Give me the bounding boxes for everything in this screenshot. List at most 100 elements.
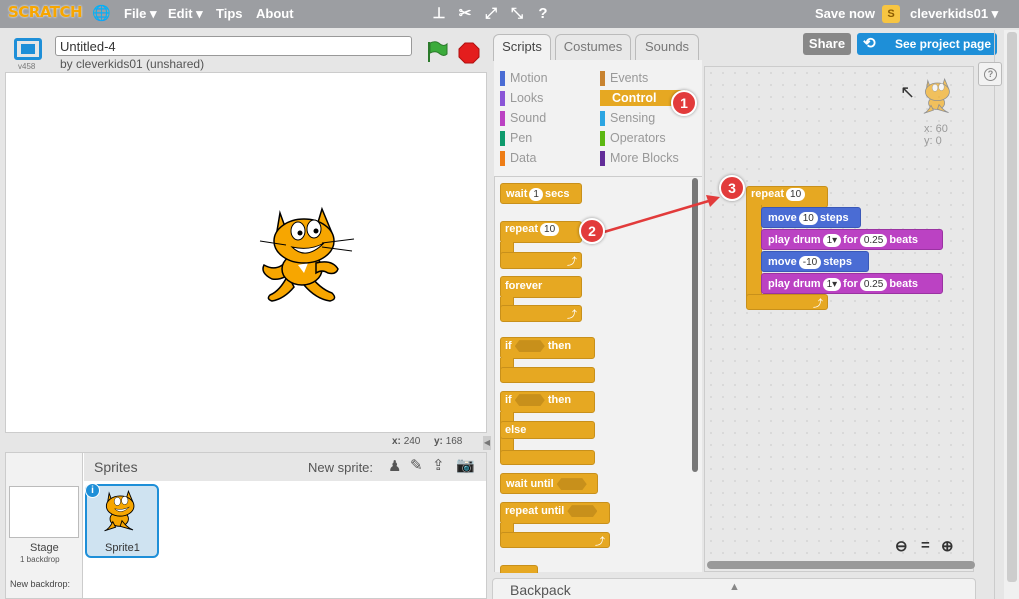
username-menu[interactable]: cleverkids01 ▾ — [910, 6, 998, 22]
category-data[interactable]: Data — [500, 150, 536, 166]
upload-sprite-icon[interactable]: ⇪ — [432, 456, 445, 474]
help-panel-button[interactable]: ? — [978, 62, 1002, 86]
tab-costumes[interactable]: Costumes — [555, 34, 631, 60]
sprite-x-position: x: 60 — [924, 123, 948, 135]
palette-forever-label: forever — [505, 280, 543, 292]
help-icon[interactable]: ? — [534, 5, 552, 23]
green-flag-icon[interactable] — [426, 40, 448, 64]
palette-if-else-foot — [500, 450, 595, 465]
palette-divider — [494, 176, 702, 177]
edit-menu[interactable]: Edit ▾ — [168, 6, 203, 22]
scripts-area[interactable]: x: 60 y: 0 ⊖ = ⊕ — [704, 66, 975, 572]
tab-sounds[interactable]: Sounds — [635, 34, 699, 60]
category-operators[interactable]: Operators — [600, 130, 666, 146]
share-button[interactable]: Share — [803, 33, 851, 55]
palette-next-block[interactable] — [500, 565, 538, 573]
stage-x-coord: x: 240 — [392, 436, 421, 447]
new-backdrop-label: New backdrop: — [10, 579, 71, 589]
zoom-controls: ⊖ = ⊕ — [895, 537, 965, 557]
script-move-block-2[interactable]: move -10 steps — [761, 251, 869, 272]
sprite-info-icon[interactable]: i — [85, 483, 100, 498]
sprites-header — [84, 453, 486, 481]
scratch-logo[interactable]: SCRATCH — [8, 3, 83, 21]
sprite1-label: Sprite1 — [105, 542, 140, 554]
annotation-arrow — [603, 195, 720, 234]
see-project-page-button[interactable]: ⟲ See project page — [857, 33, 997, 55]
duplicate-stamp-icon[interactable]: ⊥ — [430, 5, 448, 23]
category-selector: Motion Looks Sound Pen Data Events Contr… — [494, 60, 702, 176]
script-repeat-label: repeat 10 — [751, 188, 807, 201]
camera-icon[interactable]: 📷 — [456, 456, 475, 474]
stage-thumbnail[interactable] — [9, 486, 79, 538]
stage-canvas[interactable] — [5, 72, 487, 433]
collapse-stage-handle[interactable]: ◀ — [483, 436, 491, 450]
version-label: v458 — [18, 62, 36, 71]
refresh-arrows-icon: ⟲ — [863, 35, 876, 52]
help-circle-icon: ? — [984, 68, 997, 81]
backpack-bar[interactable]: Backpack ▲ — [492, 578, 976, 599]
palette-if-foot — [500, 367, 595, 383]
palette-repeat-until-foot: ⤴ — [500, 532, 610, 548]
zoom-reset-icon[interactable]: = — [921, 537, 930, 554]
stage-label: Stage — [30, 542, 59, 554]
save-now-button[interactable]: Save now — [815, 6, 875, 21]
script-move-block-1[interactable]: move 10 steps — [761, 207, 861, 228]
category-sensing[interactable]: Sensing — [600, 110, 655, 126]
category-pen[interactable]: Pen — [500, 130, 532, 146]
zoom-out-icon[interactable]: ⊖ — [895, 537, 908, 555]
stage-y-coord: y: 168 — [434, 436, 463, 447]
right-divider — [994, 30, 995, 599]
see-project-page-label: See project page — [895, 37, 992, 51]
globe-icon[interactable]: 🌐 — [92, 5, 111, 23]
step-badge-3: 3 — [719, 175, 745, 201]
category-looks[interactable]: Looks — [500, 90, 543, 106]
sprite-preview-icon — [923, 77, 950, 114]
palette-else-label: else — [505, 424, 527, 436]
menu-bar: SCRATCH 🌐 File ▾ Edit ▾ Tips About ⊥ ✂ ⤢… — [0, 0, 1019, 28]
user-avatar-icon: S — [882, 5, 900, 23]
category-events[interactable]: Events — [600, 70, 648, 86]
palette-if-else-label: if then — [505, 394, 572, 407]
project-title-input[interactable] — [55, 36, 412, 56]
palette-repeat-foot: ⤴ — [500, 252, 582, 269]
palette-repeat-label: repeat 10 — [505, 223, 561, 236]
palette-wait-block[interactable]: wait 1 secs — [500, 183, 582, 204]
paint-brush-icon[interactable]: ✎ — [410, 456, 423, 474]
category-sound[interactable]: Sound — [500, 110, 546, 126]
script-play-drum-block-1[interactable]: play drum 1▾ for 0.25 beats — [761, 229, 943, 250]
category-motion[interactable]: Motion — [500, 70, 548, 86]
sprites-panel: Sprites New sprite: ♟ ✎ ⇪ 📷 Stage 1 back… — [5, 452, 487, 599]
palette-wait-until-block[interactable]: wait until — [500, 473, 598, 494]
backpack-expand-icon[interactable]: ▲ — [729, 581, 740, 593]
file-menu[interactable]: File ▾ — [124, 6, 157, 22]
choose-sprite-library-icon[interactable]: ♟ — [388, 457, 401, 475]
mouse-cursor-icon: ↖ — [900, 82, 916, 102]
tab-scripts[interactable]: Scripts — [493, 34, 551, 61]
delete-scissors-icon[interactable]: ✂ — [456, 5, 474, 23]
script-play-drum-block-2[interactable]: play drum 1▾ for 0.25 beats — [761, 273, 943, 294]
sprite1-cat-icon — [104, 489, 135, 532]
scripts-horizontal-scrollbar[interactable] — [707, 561, 975, 569]
scratch-cat-sprite[interactable] — [258, 203, 358, 305]
sprites-title: Sprites — [94, 459, 138, 475]
tips-menu[interactable]: Tips — [216, 6, 243, 21]
step-badge-1: 1 — [671, 90, 697, 116]
project-owner: by cleverkids01 (unshared) — [60, 57, 205, 71]
backpack-label: Backpack — [510, 582, 571, 598]
page-scrollbar[interactable] — [1004, 30, 1019, 599]
step-badge-2: 2 — [579, 218, 605, 244]
shrink-icon[interactable]: ⤡ — [508, 5, 526, 23]
script-repeat-foot: ⤴ — [746, 294, 828, 310]
backdrop-count: 1 backdrop — [20, 555, 60, 564]
stop-sign-icon[interactable] — [458, 42, 480, 64]
palette-if-label: if then — [505, 340, 572, 353]
zoom-in-icon[interactable]: ⊕ — [941, 537, 954, 555]
fullscreen-icon[interactable] — [14, 38, 42, 60]
category-more-blocks[interactable]: More Blocks — [600, 150, 679, 166]
sprite-y-position: y: 0 — [924, 135, 942, 147]
about-menu[interactable]: About — [256, 6, 294, 21]
new-sprite-label: New sprite: — [308, 460, 374, 475]
grow-icon[interactable]: ⤢ — [482, 5, 500, 23]
script-repeat-arm — [746, 205, 762, 299]
palette-repeat-until-label: repeat until — [505, 505, 598, 518]
